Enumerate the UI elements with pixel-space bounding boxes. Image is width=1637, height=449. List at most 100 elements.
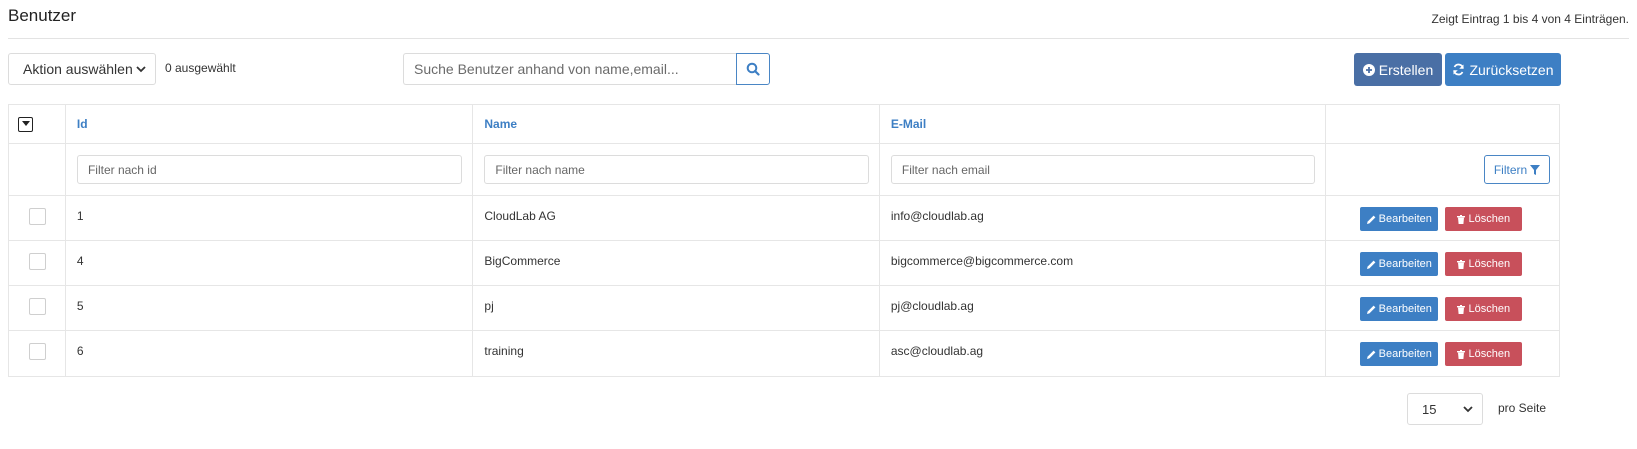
delete-button[interactable]: Löschen	[1445, 252, 1523, 276]
id-cell: 6	[66, 331, 474, 376]
cell-name: CloudLab AG	[484, 209, 556, 223]
row-checkbox[interactable]	[29, 298, 46, 315]
page-size-value: 15	[1422, 401, 1437, 417]
edit-button-label: Bearbeiten	[1378, 258, 1432, 270]
delete-button[interactable]: Löschen	[1445, 342, 1523, 366]
delete-button[interactable]: Löschen	[1445, 297, 1523, 321]
trash-icon	[1457, 259, 1466, 269]
delete-button[interactable]: Löschen	[1445, 207, 1523, 231]
table-row: 1 CloudLab AG info@cloudlab.ag Bearbeite…	[9, 196, 1559, 241]
email-cell: bigcommerce@bigcommerce.com	[880, 241, 1327, 285]
trash-icon	[1457, 214, 1466, 224]
name-cell: CloudLab AG	[473, 196, 880, 240]
action-select-label: Aktion auswählen	[23, 61, 133, 77]
name-cell: BigCommerce	[473, 241, 880, 285]
reset-button[interactable]: Zurücksetzen	[1445, 53, 1561, 86]
refresh-icon	[1453, 63, 1465, 76]
id-cell: 4	[66, 241, 474, 285]
cell-id: 6	[76, 344, 84, 358]
page-header: Benutzer Zeigt Eintrag 1 bis 4 von 4 Ein…	[8, 0, 1629, 39]
search-button[interactable]	[736, 53, 770, 85]
filter-empty-cell	[9, 144, 66, 195]
row-checkbox[interactable]	[29, 253, 46, 270]
actions-cell: Bearbeiten Löschen	[1326, 286, 1559, 330]
filter-id-input[interactable]	[76, 155, 463, 184]
filter-id-cell	[66, 144, 474, 195]
selected-count: 0 ausgewählt	[165, 61, 236, 75]
cell-email: asc@cloudlab.ag	[890, 344, 984, 358]
create-button-label: Erstellen	[1378, 61, 1434, 78]
row-checkbox[interactable]	[29, 343, 46, 360]
cell-name: BigCommerce	[484, 254, 561, 268]
edit-button[interactable]: Bearbeiten	[1360, 207, 1439, 231]
column-header-id[interactable]: Id	[66, 105, 474, 143]
cell-name: pj	[484, 299, 494, 313]
chevron-down-icon	[1463, 406, 1473, 413]
cell-name: training	[484, 344, 524, 358]
pencil-icon	[1366, 305, 1376, 314]
per-page-label: pro Seite	[1498, 401, 1547, 415]
search-input[interactable]	[403, 53, 737, 85]
cell-id: 1	[76, 209, 84, 223]
delete-button-label: Löschen	[1468, 258, 1511, 270]
edit-button[interactable]: Bearbeiten	[1360, 252, 1439, 276]
row-select-cell	[9, 331, 66, 376]
page-size-select[interactable]: 15	[1407, 393, 1483, 425]
table-row: 4 BigCommerce bigcommerce@bigcommerce.co…	[9, 241, 1559, 286]
create-button[interactable]: Erstellen	[1354, 53, 1442, 86]
edit-button[interactable]: Bearbeiten	[1360, 297, 1439, 321]
pencil-icon	[1366, 215, 1376, 224]
email-cell: info@cloudlab.ag	[880, 196, 1327, 240]
cell-email: info@cloudlab.ag	[890, 209, 984, 223]
select-all-dropdown[interactable]	[18, 116, 33, 132]
name-cell: pj	[473, 286, 880, 330]
pencil-icon	[1366, 350, 1376, 359]
delete-button-label: Löschen	[1468, 213, 1511, 225]
row-select-cell	[9, 241, 66, 285]
edit-button[interactable]: Bearbeiten	[1360, 342, 1439, 366]
edit-button-label: Bearbeiten	[1378, 348, 1432, 360]
column-header-email[interactable]: E-Mail	[880, 105, 1327, 143]
page-title: Benutzer	[8, 6, 77, 25]
users-table: Id Name E-Mail Filtern 1 CloudLab AG inf…	[8, 104, 1560, 377]
actions-cell: Bearbeiten Löschen	[1326, 196, 1559, 240]
reset-button-label: Zurücksetzen	[1469, 61, 1554, 78]
table-row: 6 training asc@cloudlab.ag Bearbeiten Lö…	[9, 331, 1559, 376]
cell-id: 5	[76, 299, 84, 313]
delete-button-label: Löschen	[1468, 348, 1511, 360]
action-select[interactable]: Aktion auswählen	[8, 53, 156, 85]
filter-email-input[interactable]	[890, 155, 1316, 184]
filter-email-cell	[880, 144, 1327, 195]
plus-circle-icon	[1362, 63, 1375, 76]
id-cell: 5	[66, 286, 474, 330]
filter-button[interactable]: Filtern	[1484, 155, 1550, 184]
search-icon	[746, 62, 760, 76]
edit-button-label: Bearbeiten	[1378, 303, 1432, 315]
actions-cell: Bearbeiten Löschen	[1326, 331, 1559, 376]
delete-button-label: Löschen	[1468, 303, 1511, 315]
row-checkbox[interactable]	[29, 208, 46, 225]
column-header-name[interactable]: Name	[473, 105, 880, 143]
filter-row: Filter n	[9, 144, 1559, 196]
select-all-cell	[9, 105, 66, 143]
name-cell: training	[473, 331, 880, 376]
table-row: 5 pj pj@cloudlab.ag Bearbeiten Löschen	[9, 286, 1559, 331]
cell-id: 4	[76, 254, 84, 268]
email-cell: pj@cloudlab.ag	[880, 286, 1327, 330]
chevron-down-icon	[136, 66, 146, 73]
filter-button-label: Filtern	[1493, 162, 1528, 177]
actions-cell: Bearbeiten Löschen	[1326, 241, 1559, 285]
filter-button-cell: Filtern	[1326, 144, 1559, 195]
column-header-actions	[1326, 105, 1559, 143]
filter-icon	[1530, 164, 1541, 175]
cell-email: bigcommerce@bigcommerce.com	[890, 254, 1074, 268]
row-select-cell	[9, 196, 66, 240]
caret-down-icon	[21, 121, 30, 126]
filter-name-input[interactable]	[484, 155, 869, 184]
edit-button-label: Bearbeiten	[1378, 213, 1432, 225]
trash-icon	[1457, 304, 1466, 314]
id-cell: 1	[66, 196, 474, 240]
email-cell: asc@cloudlab.ag	[880, 331, 1327, 376]
toolbar: Aktion auswählen 0 ausgewählt Erstellen …	[8, 53, 1629, 86]
filter-name-cell	[473, 144, 880, 195]
